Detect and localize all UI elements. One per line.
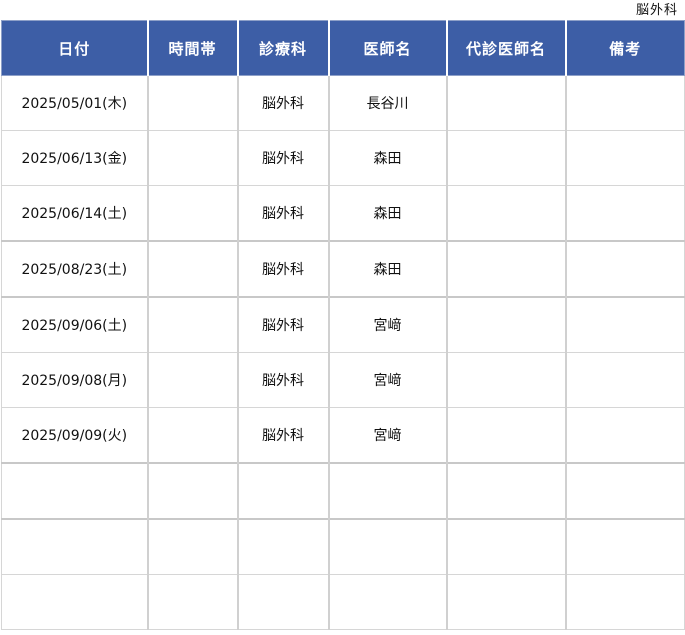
cell-date: [1, 462, 148, 520]
cell-department: [236, 574, 329, 630]
cell-doctor-name: [327, 462, 447, 520]
cell-time-slot: [146, 462, 238, 520]
cell-time-slot: [146, 407, 238, 464]
cell-department: 脳外科: [236, 352, 329, 408]
cell-notes: [564, 296, 685, 353]
table-row: 2025/09/09(火) 脳外科 宮﨑: [1, 407, 685, 464]
cell-department: [236, 462, 329, 520]
cell-substitute-doctor: [445, 574, 566, 630]
cell-notes: [564, 75, 685, 131]
table-row: 2025/08/23(土) 脳外科 森田: [1, 240, 685, 298]
cell-substitute-doctor: [445, 352, 566, 408]
table-row: [1, 518, 685, 575]
cell-department: 脳外科: [236, 75, 329, 131]
header-department: 診療科: [236, 20, 329, 76]
schedule-table: 日付 時間帯 診療科 医師名 代診医師名 備考 2025/05/01(木) 脳外…: [1, 20, 685, 630]
cell-notes: [564, 574, 685, 630]
cell-notes: [564, 130, 685, 186]
cell-date: 2025/06/13(金): [1, 130, 148, 186]
cell-date: 2025/09/09(火): [1, 407, 148, 464]
header-date: 日付: [1, 20, 148, 76]
cell-date: 2025/08/23(土): [1, 240, 148, 298]
table-row: 2025/06/13(金) 脳外科 森田: [1, 130, 685, 186]
cell-doctor-name: 森田: [327, 130, 447, 186]
table-header-row: 日付 時間帯 診療科 医師名 代診医師名 備考: [1, 20, 685, 76]
table-row: [1, 462, 685, 520]
cell-doctor-name: 宮﨑: [327, 407, 447, 464]
cell-time-slot: [146, 240, 238, 298]
cell-department: [236, 518, 329, 575]
cell-substitute-doctor: [445, 462, 566, 520]
cell-time-slot: [146, 130, 238, 186]
cell-date: 2025/05/01(木): [1, 75, 148, 131]
cell-date: [1, 518, 148, 575]
cell-department: 脳外科: [236, 240, 329, 298]
cell-substitute-doctor: [445, 185, 566, 242]
table-body: 2025/05/01(木) 脳外科 長谷川 2025/06/13(金) 脳外科 …: [1, 75, 685, 630]
cell-doctor-name: [327, 518, 447, 575]
cell-substitute-doctor: [445, 240, 566, 298]
cell-date: 2025/09/08(月): [1, 352, 148, 408]
cell-date: 2025/06/14(土): [1, 185, 148, 242]
cell-notes: [564, 240, 685, 298]
cell-time-slot: [146, 518, 238, 575]
cell-notes: [564, 352, 685, 408]
cell-substitute-doctor: [445, 296, 566, 353]
cell-substitute-doctor: [445, 407, 566, 464]
cell-department: 脳外科: [236, 296, 329, 353]
department-label: 脳外科: [635, 3, 678, 18]
cell-doctor-name: 森田: [327, 240, 447, 298]
cell-department: 脳外科: [236, 407, 329, 464]
cell-date: 2025/09/06(土): [1, 296, 148, 353]
cell-doctor-name: 長谷川: [327, 75, 447, 131]
cell-substitute-doctor: [445, 130, 566, 186]
header-notes: 備考: [564, 20, 685, 76]
cell-notes: [564, 518, 685, 575]
table-row: 2025/06/14(土) 脳外科 森田: [1, 185, 685, 242]
table-row: [1, 574, 685, 630]
cell-date: [1, 574, 148, 630]
cell-time-slot: [146, 574, 238, 630]
cell-department: 脳外科: [236, 130, 329, 186]
table-row: 2025/09/08(月) 脳外科 宮﨑: [1, 352, 685, 408]
cell-time-slot: [146, 75, 238, 131]
cell-time-slot: [146, 352, 238, 408]
cell-department: 脳外科: [236, 185, 329, 242]
cell-doctor-name: [327, 574, 447, 630]
table-row: 2025/05/01(木) 脳外科 長谷川: [1, 75, 685, 131]
cell-doctor-name: 森田: [327, 185, 447, 242]
cell-substitute-doctor: [445, 75, 566, 131]
cell-notes: [564, 462, 685, 520]
cell-substitute-doctor: [445, 518, 566, 575]
cell-time-slot: [146, 185, 238, 242]
table-row: 2025/09/06(土) 脳外科 宮﨑: [1, 296, 685, 353]
cell-time-slot: [146, 296, 238, 353]
cell-notes: [564, 407, 685, 464]
header-substitute-doctor: 代診医師名: [445, 20, 566, 76]
cell-doctor-name: 宮﨑: [327, 296, 447, 353]
header-time-slot: 時間帯: [146, 20, 238, 76]
cell-notes: [564, 185, 685, 242]
cell-doctor-name: 宮﨑: [327, 352, 447, 408]
header-doctor-name: 医師名: [327, 20, 447, 76]
